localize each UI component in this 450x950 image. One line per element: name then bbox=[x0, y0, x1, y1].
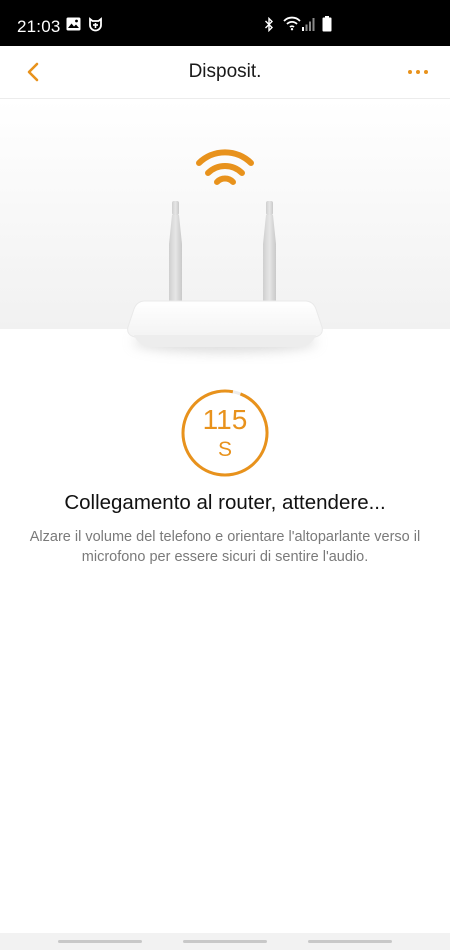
nav-home-button[interactable] bbox=[183, 940, 267, 943]
nav-back-button[interactable] bbox=[308, 940, 392, 943]
battery-icon bbox=[322, 16, 332, 37]
bluetooth-icon bbox=[264, 16, 274, 37]
system-navigation-bar bbox=[0, 933, 450, 950]
more-horizontal-icon bbox=[408, 70, 428, 74]
router-antenna-left bbox=[169, 201, 182, 303]
status-time: 21:03 bbox=[17, 17, 61, 36]
nav-recents-button[interactable] bbox=[58, 940, 142, 943]
mi-home-icon bbox=[88, 17, 103, 37]
status-bar: 21:03 bbox=[0, 0, 450, 46]
countdown-unit: S bbox=[217, 438, 232, 461]
countdown-seconds: 115 bbox=[202, 404, 248, 435]
wifi-icon bbox=[283, 15, 301, 36]
wifi-signal-icon bbox=[196, 149, 254, 185]
countdown-timer: 115 S bbox=[180, 388, 270, 478]
router-antenna-right bbox=[263, 201, 276, 303]
signal-icon bbox=[302, 17, 316, 37]
router-illustration bbox=[127, 149, 323, 352]
app-header: Disposit. bbox=[0, 46, 450, 99]
page-title: Disposit. bbox=[188, 61, 262, 82]
router-body bbox=[127, 300, 323, 347]
connection-instructions: Alzare il volume del telefono e orientar… bbox=[29, 529, 421, 565]
connection-status-title: Collegamento al router, attendere... bbox=[64, 491, 386, 514]
more-options-button[interactable] bbox=[404, 60, 432, 84]
gallery-icon bbox=[66, 17, 81, 36]
